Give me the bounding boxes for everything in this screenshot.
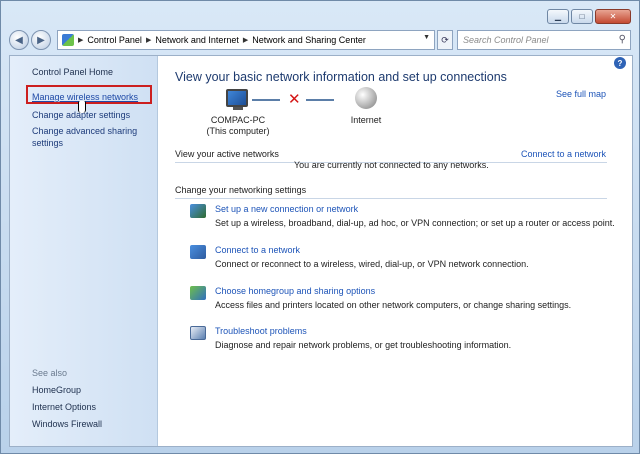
see-also-homegroup[interactable]: HomeGroup [32, 385, 81, 395]
see-also-windows-firewall[interactable]: Windows Firewall [32, 419, 102, 429]
minimize-button[interactable]: ▁ [547, 9, 569, 24]
mouse-cursor-icon [78, 101, 86, 113]
caption-buttons: ▁ □ ✕ [547, 9, 631, 24]
computer-subtitle: (This computer) [206, 126, 270, 136]
internet-globe-icon [355, 87, 377, 109]
disconnected-x-icon: ✕ [288, 91, 301, 108]
search-icon[interactable]: ⚲ [619, 34, 626, 45]
breadcrumb-control-panel[interactable]: Control Panel [87, 35, 142, 45]
sidebar-item-advanced-sharing[interactable]: Change advanced sharing settings [32, 125, 144, 149]
control-panel-window: ▁ □ ✕ ◀ ▶ ▶ Control Panel ▶ Network and … [0, 0, 640, 454]
navigation-bar: ◀ ▶ ▶ Control Panel ▶ Network and Intern… [9, 29, 631, 51]
breadcrumb-network-sharing[interactable]: Network and Sharing Center [252, 35, 366, 45]
troubleshoot-icon [190, 326, 206, 340]
task-homegroup-sharing-desc: Access files and printers located on oth… [215, 300, 572, 310]
task-troubleshoot-desc: Diagnose and repair network problems, or… [215, 340, 512, 350]
search-input[interactable]: Search Control Panel ⚲ [457, 30, 631, 50]
task-homegroup-sharing[interactable]: Choose homegroup and sharing options [215, 286, 375, 296]
breadcrumb-network-internet[interactable]: Network and Internet [155, 35, 239, 45]
breadcrumb-arrow-icon: ▶ [78, 37, 84, 44]
sidebar: Control Panel Home Manage wireless netwo… [10, 56, 158, 446]
close-button[interactable]: ✕ [595, 9, 631, 24]
control-panel-icon [62, 34, 74, 46]
forward-button[interactable]: ▶ [31, 30, 51, 50]
back-button[interactable]: ◀ [9, 30, 29, 50]
sidebar-home-link[interactable]: Control Panel Home [32, 67, 113, 77]
computer-name: COMPAC-PC [210, 115, 266, 125]
internet-label: Internet [350, 115, 382, 125]
divider [175, 198, 607, 199]
refresh-button[interactable]: ⟳ [437, 30, 453, 50]
computer-icon [226, 89, 248, 107]
computer-stand [233, 107, 243, 110]
address-bar[interactable]: ▶ Control Panel ▶ Network and Internet ▶… [57, 30, 435, 50]
task-setup-connection[interactable]: Set up a new connection or network [215, 204, 358, 214]
breadcrumb-arrow-icon[interactable]: ▶ [243, 36, 248, 44]
chevron-down-icon[interactable]: ▼ [423, 34, 430, 41]
task-connect-network[interactable]: Connect to a network [215, 245, 300, 255]
task-troubleshoot[interactable]: Troubleshoot problems [215, 326, 307, 336]
content-area: Control Panel Home Manage wireless netwo… [9, 55, 633, 447]
homegroup-icon [190, 286, 206, 300]
connect-to-network-link[interactable]: Connect to a network [521, 149, 606, 159]
maximize-button[interactable]: □ [571, 9, 593, 24]
network-status-text: You are currently not connected to any n… [294, 160, 489, 170]
task-connect-network-desc: Connect or reconnect to a wireless, wire… [215, 259, 529, 269]
page-title: View your basic network information and … [175, 70, 507, 84]
connection-line [252, 99, 280, 101]
task-setup-connection-desc: Set up a wireless, broadband, dial-up, a… [215, 218, 615, 228]
settings-heading: Change your networking settings [175, 185, 307, 195]
help-icon[interactable]: ? [614, 57, 626, 69]
connection-line [306, 99, 334, 101]
new-connection-icon [190, 204, 206, 218]
see-full-map-link[interactable]: See full map [556, 89, 606, 99]
see-also-internet-options[interactable]: Internet Options [32, 402, 96, 412]
active-networks-heading: View your active networks [175, 149, 279, 159]
breadcrumb-arrow-icon[interactable]: ▶ [146, 36, 151, 44]
search-placeholder: Search Control Panel [463, 35, 549, 45]
connect-network-icon [190, 245, 206, 259]
see-also-label: See also [32, 368, 68, 378]
